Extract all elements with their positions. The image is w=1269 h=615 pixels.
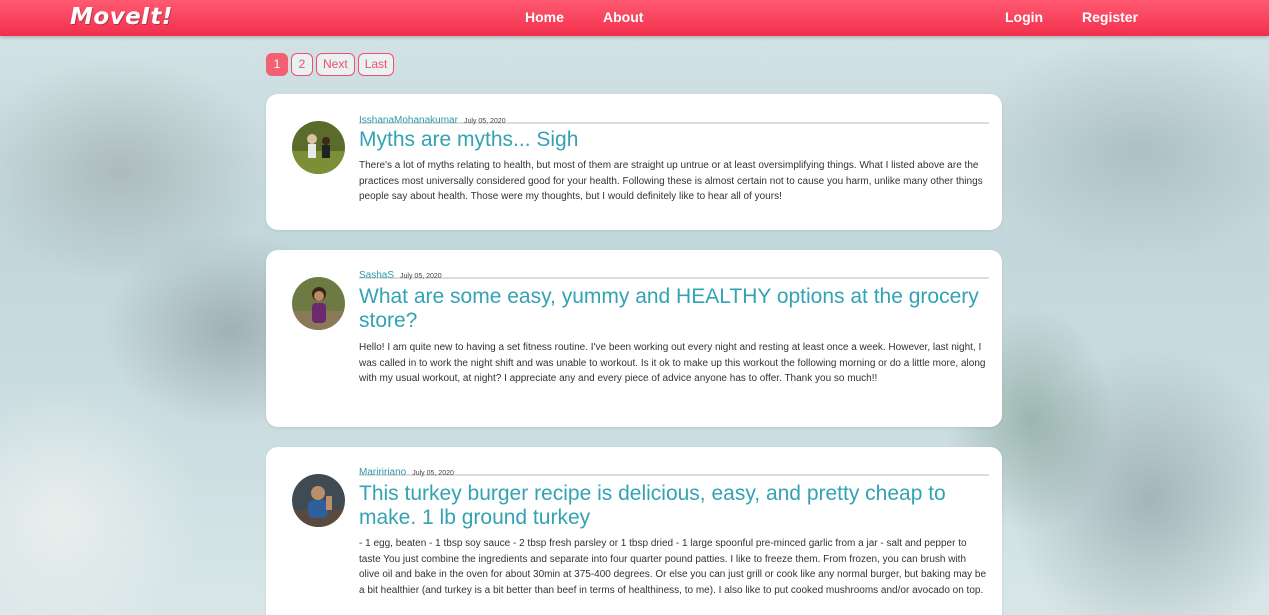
post-card[interactable]: SashaS July 05, 2020 What are some easy, … [266, 250, 1002, 427]
post-meta: SashaS July 05, 2020 [359, 265, 989, 281]
navbar: MoveIt! Home About Login Register [0, 0, 1269, 36]
post-meta: IsshanaMohanakumar July 05, 2020 [359, 110, 989, 126]
nav-register-link[interactable]: Register [1082, 9, 1138, 25]
avatar[interactable] [292, 474, 345, 527]
avatar[interactable] [292, 277, 345, 330]
nav-about-link[interactable]: About [603, 9, 643, 25]
page-1-button[interactable]: 1 [266, 53, 288, 76]
post-title[interactable]: This turkey burger recipe is delicious, … [359, 482, 988, 530]
post-author[interactable]: SashaS [359, 270, 394, 281]
pagination: 1 2 Next Last [266, 53, 395, 76]
avatar-photo-icon [292, 277, 345, 330]
avatar-photo-icon [292, 474, 345, 527]
post-card[interactable]: IsshanaMohanakumar July 05, 2020 Myths ar… [266, 94, 1002, 230]
logo[interactable]: MoveIt! [70, 4, 173, 30]
post-title[interactable]: Myths are myths... Sigh [359, 128, 988, 152]
post-meta: Mariririano July 05, 2020 [359, 462, 989, 478]
post-date: July 05, 2020 [412, 470, 454, 477]
post-author[interactable]: IsshanaMohanakumar [359, 115, 458, 126]
nav-home-link[interactable]: Home [525, 9, 564, 25]
post-title[interactable]: What are some easy, yummy and HEALTHY op… [359, 285, 988, 333]
next-page-button[interactable]: Next [316, 53, 355, 76]
post-date: July 05, 2020 [400, 273, 442, 280]
post-body: Hello! I am quite new to having a set fi… [359, 342, 986, 384]
post-author[interactable]: Mariririano [359, 467, 406, 478]
post-body: There's a lot of myths relating to healt… [359, 160, 983, 202]
nav-login-link[interactable]: Login [1005, 9, 1043, 25]
post-date: July 05, 2020 [463, 118, 506, 125]
avatar-photo-icon [292, 121, 345, 174]
avatar[interactable] [292, 121, 345, 174]
last-page-button[interactable]: Last [357, 53, 395, 76]
post-body: - 1 egg, beaten - 1 tbsp soy sauce - 2 t… [359, 538, 987, 596]
post-card[interactable]: Mariririano July 05, 2020 This turkey bur… [266, 447, 1002, 615]
page-2-button[interactable]: 2 [291, 53, 313, 76]
